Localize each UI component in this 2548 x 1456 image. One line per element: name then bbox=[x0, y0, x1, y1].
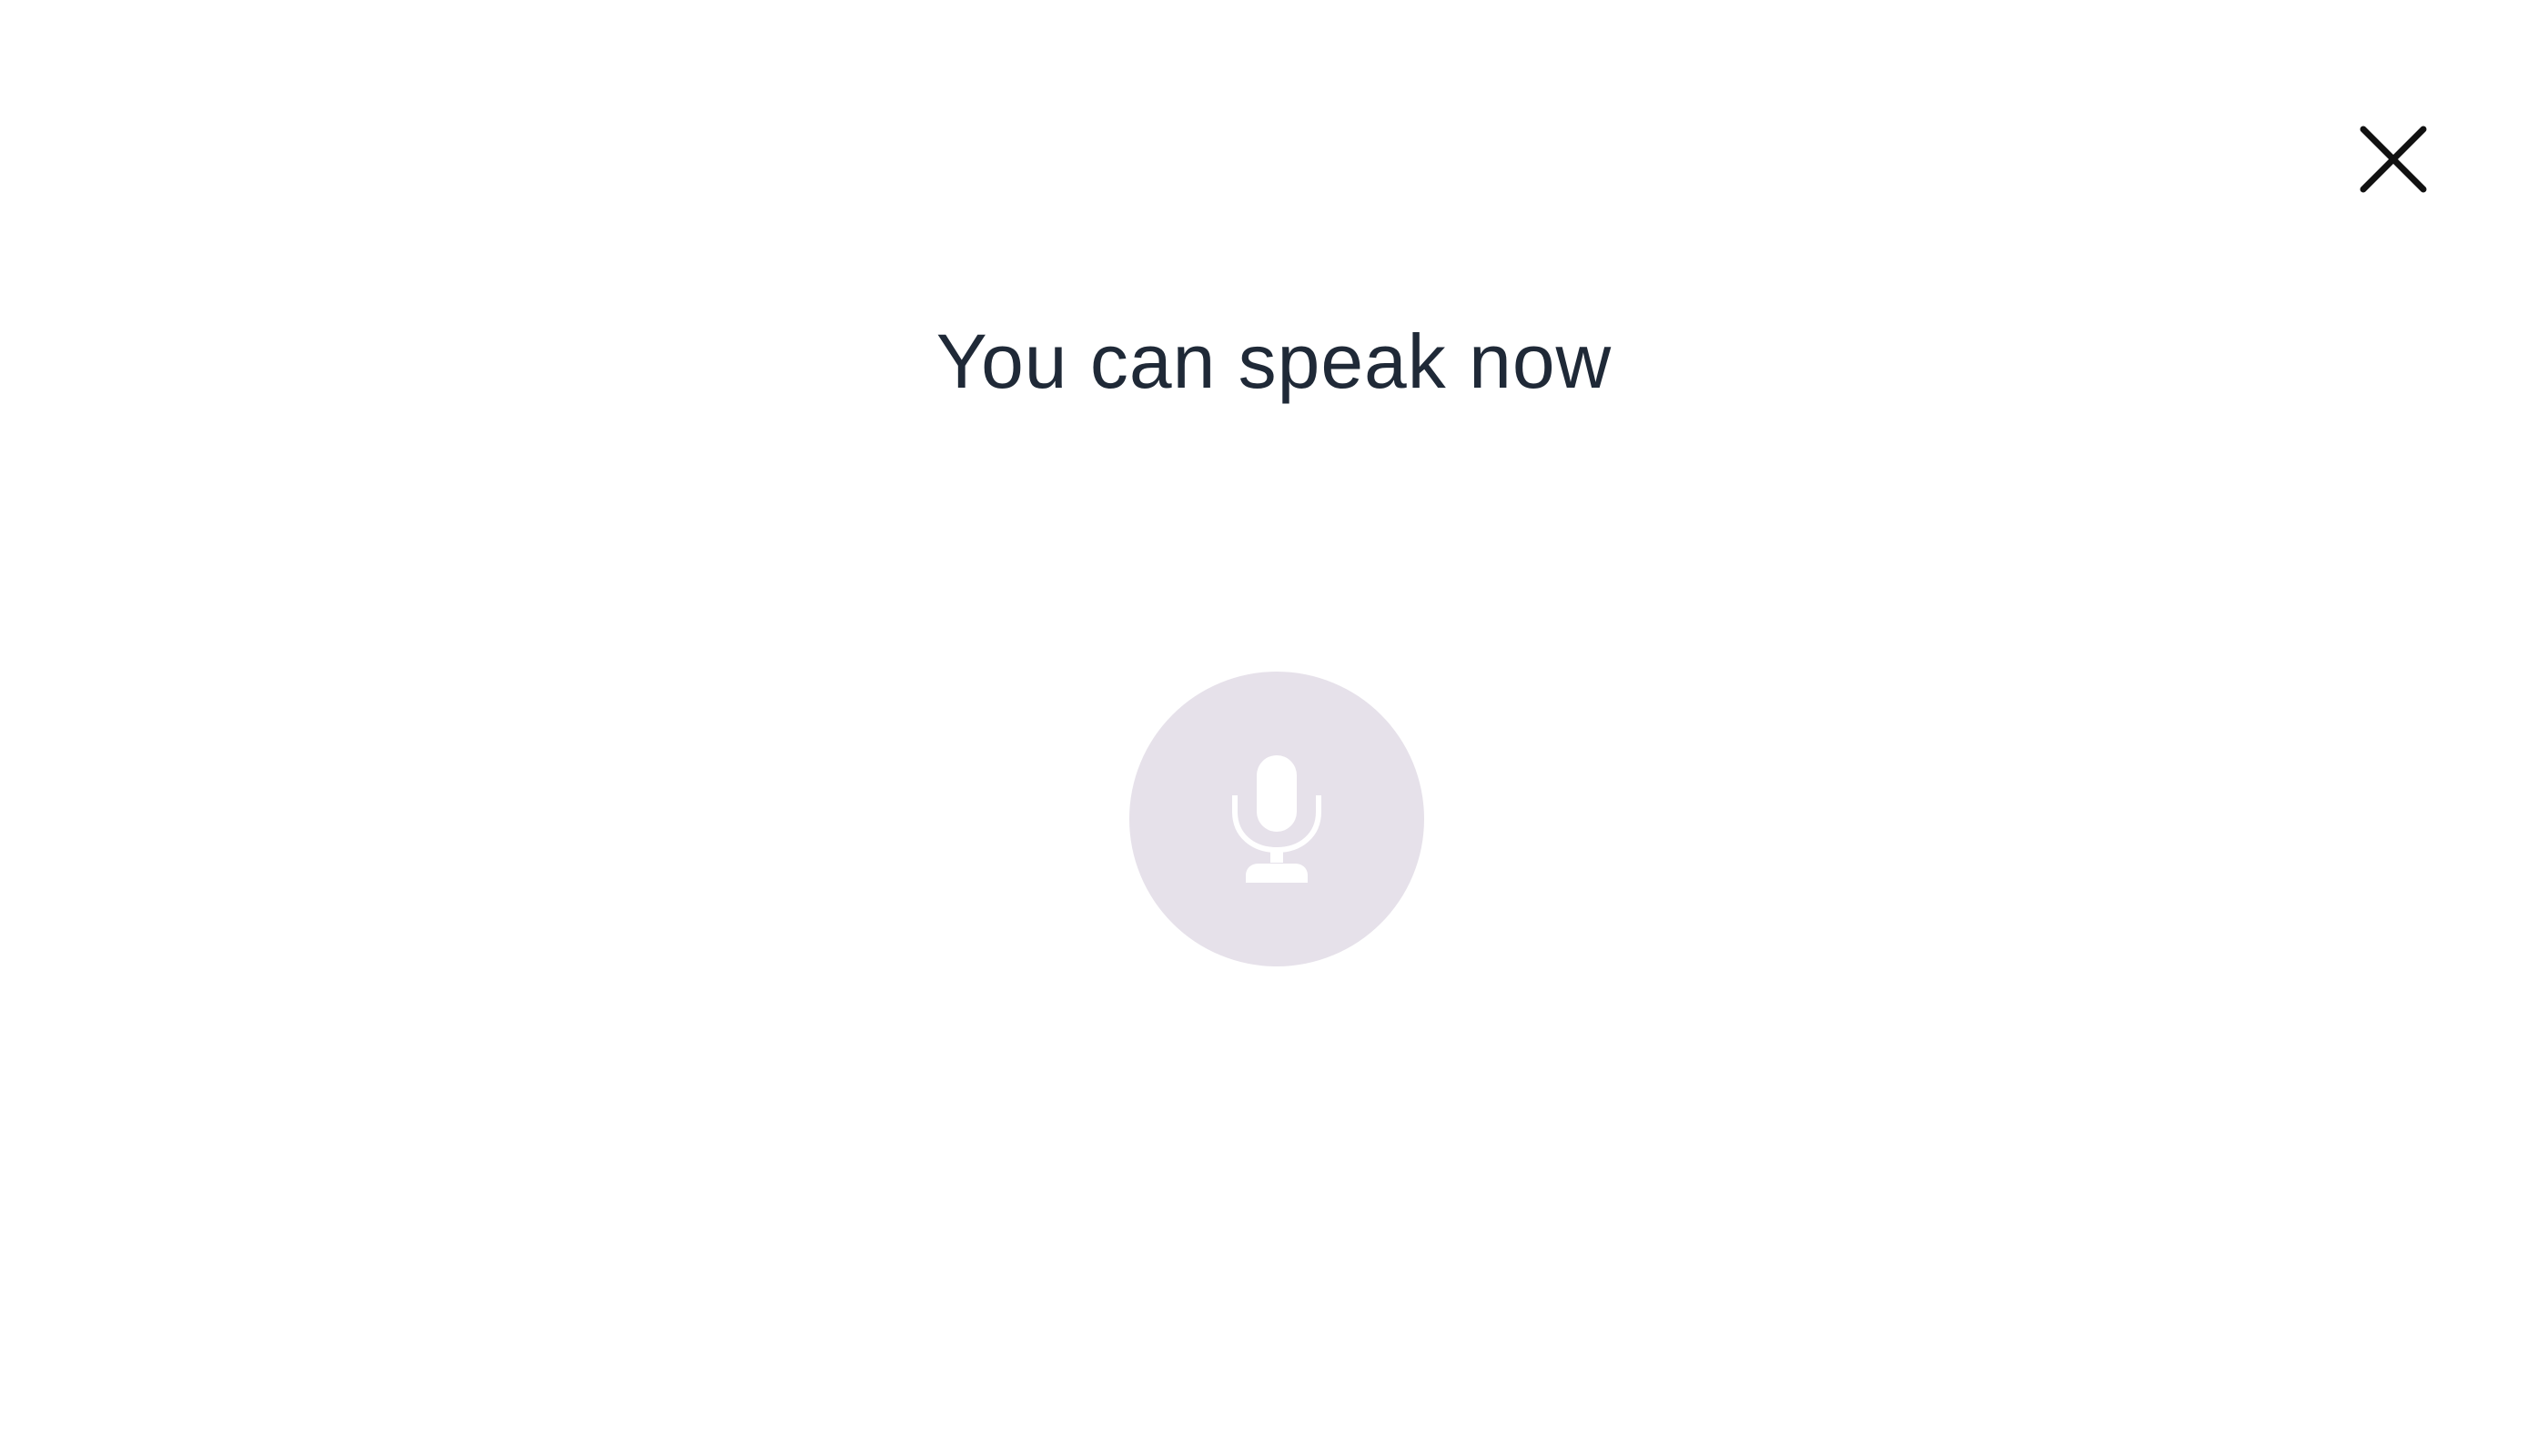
close-button[interactable] bbox=[2352, 118, 2434, 200]
voice-search-overlay: You can speak now bbox=[0, 0, 2548, 1456]
microphone-button[interactable] bbox=[1129, 672, 1424, 966]
close-icon bbox=[2360, 126, 2427, 193]
page-title: You can speak now bbox=[935, 318, 1613, 404]
microphone-icon bbox=[1232, 755, 1321, 883]
